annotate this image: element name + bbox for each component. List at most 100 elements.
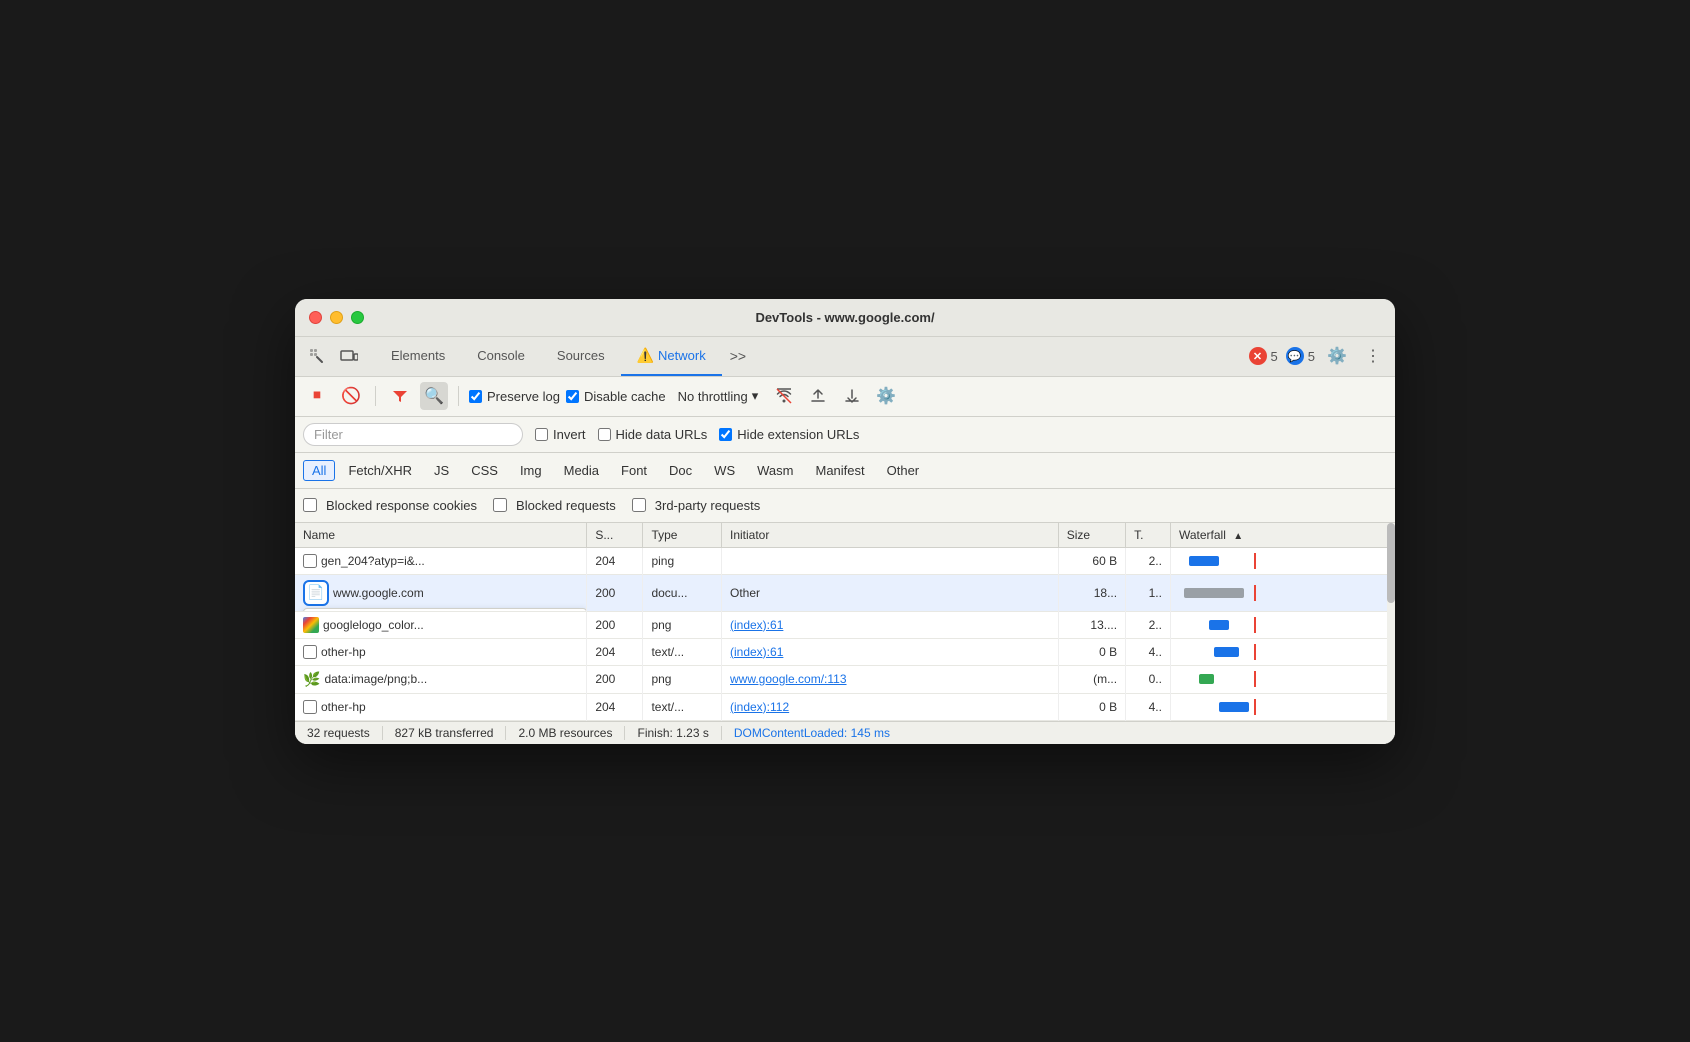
type-btn-media[interactable]: Media xyxy=(555,460,608,481)
table-row[interactable]: 📄 www.google.com Both request content an… xyxy=(295,574,1395,611)
throttle-select[interactable]: No throttling ▾ xyxy=(672,386,765,406)
filter-btn[interactable] xyxy=(386,382,414,410)
more-menu-btn[interactable]: ⋮ xyxy=(1359,342,1387,370)
network-toolbar: ⏹ 🚫 🔍 Preserve log Disable cache No thro… xyxy=(295,377,1395,417)
responsive-icon xyxy=(340,347,358,365)
cell-waterfall xyxy=(1170,611,1395,638)
th-initiator[interactable]: Initiator xyxy=(722,523,1059,548)
scrollbar-thumb[interactable] xyxy=(1387,523,1395,603)
cell-type: docu... xyxy=(643,574,722,611)
settings-btn[interactable]: ⚙️ xyxy=(1323,342,1351,370)
table-row[interactable]: 🌿 data:image/png;b... 200 png www.google… xyxy=(295,665,1395,693)
row-checkbox[interactable] xyxy=(303,645,317,659)
cell-type: png xyxy=(643,611,722,638)
th-waterfall[interactable]: Waterfall ▲ xyxy=(1170,523,1395,548)
message-badge[interactable]: 💬 5 xyxy=(1286,347,1315,365)
cell-waterfall xyxy=(1170,693,1395,720)
row-checkbox[interactable] xyxy=(303,554,317,568)
scrollbar-track xyxy=(1387,523,1395,721)
initiator-link[interactable]: www.google.com/:113 xyxy=(730,672,847,686)
responsive-icon-btn[interactable] xyxy=(335,342,363,370)
tab-console[interactable]: Console xyxy=(461,336,541,376)
disable-cache-checkbox[interactable]: Disable cache xyxy=(566,389,666,404)
type-btn-manifest[interactable]: Manifest xyxy=(806,460,873,481)
filter-input[interactable] xyxy=(303,423,523,446)
table-row[interactable]: other-hp 204 text/... (index):112 0 B 4.… xyxy=(295,693,1395,720)
cell-size: 60 B xyxy=(1058,547,1125,574)
cell-initiator xyxy=(722,547,1059,574)
close-button[interactable] xyxy=(309,311,322,324)
blocked-response-cookies-checkbox[interactable]: Blocked response cookies xyxy=(303,498,477,513)
finish-time: Finish: 1.23 s xyxy=(625,726,721,740)
error-badge[interactable]: ✕ 5 xyxy=(1249,347,1278,365)
maximize-button[interactable] xyxy=(351,311,364,324)
th-size[interactable]: Size xyxy=(1058,523,1125,548)
table-row[interactable]: other-hp 204 text/... (index):61 0 B 4.. xyxy=(295,638,1395,665)
cell-initiator: (index):61 xyxy=(722,611,1059,638)
type-btn-img[interactable]: Img xyxy=(511,460,551,481)
cell-name: other-hp xyxy=(295,693,587,720)
hide-data-urls-checkbox[interactable]: Hide data URLs xyxy=(598,427,708,442)
table-row[interactable]: gen_204?atyp=i&... 204 ping 60 B 2.. xyxy=(295,547,1395,574)
network-table: Name S... Type Initiator Size T. Waterfa… xyxy=(295,523,1395,721)
cursor-icon-btn[interactable] xyxy=(303,342,331,370)
cell-waterfall xyxy=(1170,547,1395,574)
filter-bar: Invert Hide data URLs Hide extension URL… xyxy=(295,417,1395,453)
row-checkbox[interactable] xyxy=(303,700,317,714)
cell-initiator: (index):61 xyxy=(722,638,1059,665)
devtools-window: DevTools - www.google.com/ xyxy=(295,299,1395,744)
cell-size: 13.... xyxy=(1058,611,1125,638)
type-btn-ws[interactable]: WS xyxy=(705,460,744,481)
cell-type: text/... xyxy=(643,693,722,720)
google-logo-icon xyxy=(303,617,319,633)
cell-status: 200 xyxy=(587,574,643,611)
cell-name: gen_204?atyp=i&... xyxy=(295,547,587,574)
tab-network[interactable]: ⚠️ Network xyxy=(621,336,722,376)
stop-recording-btn[interactable]: ⏹ xyxy=(303,382,331,410)
cell-time: 4.. xyxy=(1126,638,1171,665)
toolbar-divider-2 xyxy=(458,386,459,406)
cell-status: 204 xyxy=(587,547,643,574)
cell-status: 200 xyxy=(587,611,643,638)
type-btn-doc[interactable]: Doc xyxy=(660,460,701,481)
tab-elements[interactable]: Elements xyxy=(375,336,461,376)
minimize-button[interactable] xyxy=(330,311,343,324)
clear-btn[interactable]: 🚫 xyxy=(337,382,365,410)
type-btn-css[interactable]: CSS xyxy=(462,460,507,481)
initiator-link[interactable]: (index):112 xyxy=(730,700,789,714)
hide-extension-urls-checkbox[interactable]: Hide extension URLs xyxy=(719,427,859,442)
export-btn[interactable] xyxy=(804,382,832,410)
resources-size: 2.0 MB resources xyxy=(506,726,625,740)
th-name[interactable]: Name xyxy=(295,523,587,548)
preserve-log-checkbox[interactable]: Preserve log xyxy=(469,389,560,404)
type-btn-other[interactable]: Other xyxy=(878,460,929,481)
initiator-link[interactable]: (index):61 xyxy=(730,645,783,659)
th-type[interactable]: Type xyxy=(643,523,722,548)
cell-name: other-hp xyxy=(295,638,587,665)
th-status[interactable]: S... xyxy=(587,523,643,548)
search-btn[interactable]: 🔍 xyxy=(420,382,448,410)
th-time[interactable]: T. xyxy=(1126,523,1171,548)
table-row[interactable]: googlelogo_color... 200 png (index):61 1… xyxy=(295,611,1395,638)
type-btn-font[interactable]: Font xyxy=(612,460,656,481)
type-btn-all[interactable]: All xyxy=(303,460,335,481)
blocked-requests-checkbox[interactable]: Blocked requests xyxy=(493,498,616,513)
traffic-lights xyxy=(309,311,364,324)
dom-content-loaded: DOMContentLoaded: 145 ms xyxy=(722,726,902,740)
network-settings-btn[interactable]: ⚙️ xyxy=(872,382,900,410)
tab-more-btn[interactable]: >> xyxy=(722,336,754,376)
type-btn-wasm[interactable]: Wasm xyxy=(748,460,802,481)
import-btn[interactable] xyxy=(838,382,866,410)
initiator-link[interactable]: (index):61 xyxy=(730,618,783,632)
network-conditions-btn[interactable] xyxy=(770,382,798,410)
filter-icon xyxy=(392,388,408,404)
message-icon: 💬 xyxy=(1286,347,1304,365)
tab-sources[interactable]: Sources xyxy=(541,336,621,376)
type-btn-js[interactable]: JS xyxy=(425,460,458,481)
invert-checkbox[interactable]: Invert xyxy=(535,427,586,442)
type-btn-fetch-xhr[interactable]: Fetch/XHR xyxy=(339,460,421,481)
error-icon: ✕ xyxy=(1249,347,1267,365)
third-party-requests-checkbox[interactable]: 3rd-party requests xyxy=(632,498,761,513)
cell-initiator: Other xyxy=(722,574,1059,611)
cell-time: 1.. xyxy=(1126,574,1171,611)
